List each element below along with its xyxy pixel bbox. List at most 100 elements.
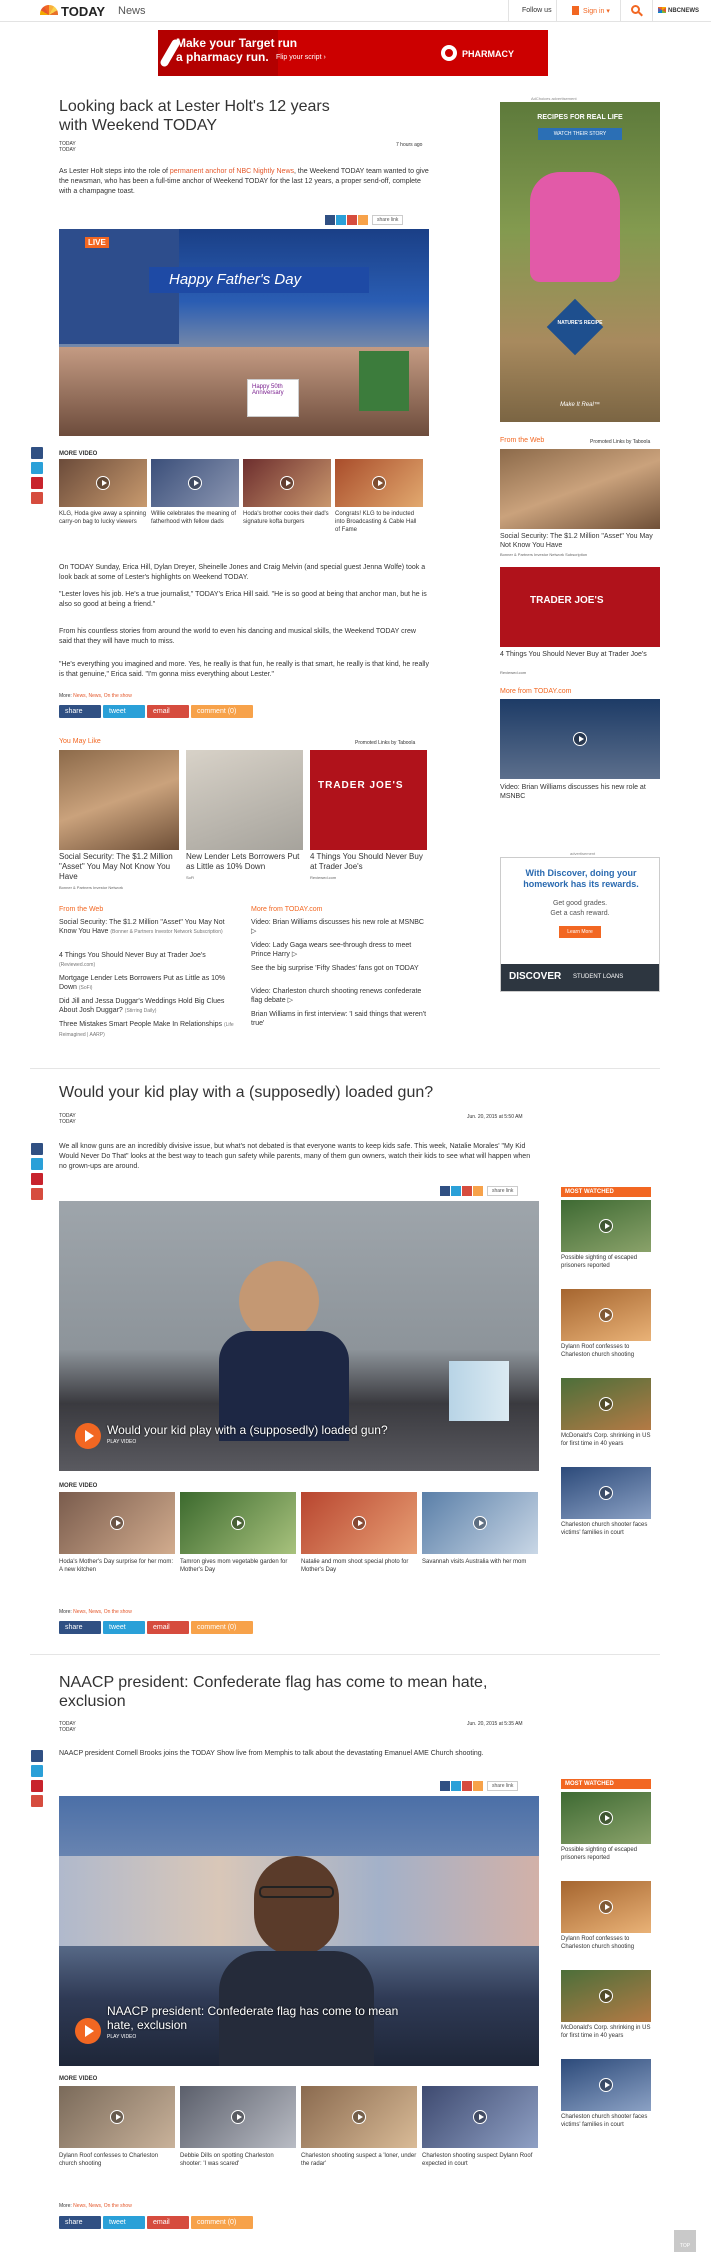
- share-button[interactable]: share: [59, 2216, 101, 2229]
- more-tag-links[interactable]: News, News, On the show: [73, 2203, 132, 2209]
- video-caption[interactable]: Tamron gives mom vegetable garden for Mo…: [180, 1558, 296, 1574]
- web-link-item[interactable]: Social Security: The $1.2 Million "Asset…: [59, 918, 234, 937]
- twitter-icon[interactable]: [451, 1781, 461, 1791]
- video-thumbnail[interactable]: [301, 2086, 417, 2148]
- email-button[interactable]: email: [147, 705, 189, 718]
- section-name[interactable]: News: [118, 5, 146, 17]
- video-title[interactable]: NAACP president: Confederate flag has co…: [107, 2004, 427, 2032]
- gun-video-player[interactable]: Would your kid play with a (supposedly) …: [59, 1201, 539, 1471]
- video-caption[interactable]: Natalie and mom shoot special photo for …: [301, 1558, 417, 1574]
- today-link-item[interactable]: Video: Brian Williams discusses his new …: [251, 918, 426, 936]
- video-thumbnail[interactable]: [151, 459, 239, 507]
- most-watched-caption[interactable]: Possible sighting of escaped prisoners r…: [561, 1846, 651, 1862]
- email-icon[interactable]: [462, 1781, 472, 1791]
- recommendation-title[interactable]: 4 Things You Should Never Buy at Trader …: [500, 650, 660, 659]
- twitter-icon[interactable]: [451, 1186, 461, 1196]
- video-caption[interactable]: Charleston shooting suspect Dylann Roof …: [422, 2152, 538, 2168]
- follow-us-link[interactable]: Follow us: [522, 7, 552, 14]
- taboola-label[interactable]: Promoted Links by Taboola: [590, 439, 650, 445]
- most-watched-thumb[interactable]: [561, 1467, 651, 1519]
- email-icon[interactable]: [347, 215, 357, 225]
- video-caption[interactable]: Charleston shooting suspect a 'loner, un…: [301, 2152, 417, 2168]
- most-watched-caption[interactable]: Possible sighting of escaped prisoners r…: [561, 1254, 651, 1270]
- most-watched-caption[interactable]: Dylann Roof confesses to Charleston chur…: [561, 1343, 651, 1359]
- most-watched-thumb[interactable]: [561, 1200, 651, 1252]
- most-watched-thumb[interactable]: [561, 1289, 651, 1341]
- most-watched-caption[interactable]: McDonald's Corp. shrinking in US for fir…: [561, 2024, 651, 2040]
- nbcnews-link[interactable]: NBCNEWS: [668, 8, 699, 14]
- share-link-button[interactable]: share link: [487, 1781, 519, 1791]
- pinterest-icon[interactable]: [31, 477, 43, 489]
- more-tag-links[interactable]: News, News, On the show: [73, 693, 132, 699]
- web-link-item[interactable]: Did Jill and Jessa Duggar's Weddings Hol…: [59, 997, 234, 1016]
- video-thumbnail[interactable]: [335, 459, 423, 507]
- facebook-icon[interactable]: [440, 1186, 450, 1196]
- video-thumbnail[interactable]: [422, 1492, 538, 1554]
- video-thumbnail[interactable]: [180, 1492, 296, 1554]
- video-caption[interactable]: Savannah visits Australia with her mom: [422, 1558, 538, 1566]
- today-link-item[interactable]: Brian Williams in first interview: 'I sa…: [251, 1010, 426, 1028]
- video-caption[interactable]: Hoda's Mother's Day surprise for her mom…: [59, 1558, 175, 1574]
- video-thumbnail[interactable]: [59, 2086, 175, 2148]
- comment-button[interactable]: comment (0): [191, 1621, 253, 1634]
- today-link-item[interactable]: Video: Lady Gaga wears see-through dress…: [251, 941, 426, 959]
- pinterest-icon[interactable]: [31, 1780, 43, 1792]
- comment-icon[interactable]: [473, 1781, 483, 1791]
- email-icon[interactable]: [31, 492, 43, 504]
- facebook-icon[interactable]: [31, 447, 43, 459]
- tweet-button[interactable]: tweet: [103, 1621, 145, 1634]
- web-link-item[interactable]: Mortgage Lender Lets Borrowers Put as Li…: [59, 974, 234, 993]
- old-man-image[interactable]: [59, 750, 179, 850]
- comment-button[interactable]: comment (0): [191, 705, 253, 718]
- back-to-top-button[interactable]: TOP: [674, 2230, 696, 2252]
- video-thumbnail[interactable]: [59, 459, 147, 507]
- video-thumbnail[interactable]: [243, 459, 331, 507]
- share-link-button[interactable]: share link: [487, 1186, 519, 1196]
- today-link-item[interactable]: Video: Charleston church shooting renews…: [251, 987, 426, 1005]
- most-watched-thumb[interactable]: [561, 1792, 651, 1844]
- twitter-icon[interactable]: [31, 462, 43, 474]
- video-caption[interactable]: Congrats! KLG to be inducted into Broadc…: [335, 510, 423, 534]
- naacp-video-player[interactable]: NAACP president: Confederate flag has co…: [59, 1796, 539, 2066]
- most-watched-thumb[interactable]: [561, 1970, 651, 2022]
- comment-button[interactable]: comment (0): [191, 2216, 253, 2229]
- article-title[interactable]: NAACP president: Confederate flag has co…: [59, 1673, 499, 1711]
- video-thumbnail[interactable]: [301, 1492, 417, 1554]
- play-button[interactable]: [75, 1423, 101, 1449]
- twitter-icon[interactable]: [31, 1158, 43, 1170]
- most-watched-caption[interactable]: Charleston church shooter faces victims'…: [561, 2113, 651, 2129]
- facebook-icon[interactable]: [31, 1750, 43, 1762]
- pinterest-icon[interactable]: [31, 1173, 43, 1185]
- video-thumbnail[interactable]: [422, 2086, 538, 2148]
- comment-icon[interactable]: [358, 215, 368, 225]
- sign-in-link[interactable]: Sign in ▾: [583, 7, 610, 15]
- adchoices-label[interactable]: AdChoices advertisement: [531, 96, 577, 101]
- recommendation-title[interactable]: Social Security: The $1.2 Million "Asset…: [500, 532, 665, 550]
- video-thumbnail[interactable]: [180, 2086, 296, 2148]
- comment-icon[interactable]: [473, 1186, 483, 1196]
- brand-logo[interactable]: TODAY: [61, 4, 105, 19]
- video-title[interactable]: Would your kid play with a (supposedly) …: [107, 1423, 487, 1437]
- web-link-item[interactable]: Three Mistakes Smart People Make In Rela…: [59, 1020, 234, 1040]
- article-title[interactable]: Would your kid play with a (supposedly) …: [59, 1083, 499, 1102]
- today-logo-icon[interactable]: [40, 5, 58, 15]
- hero-image[interactable]: LIVE Happy Father's Day Happy 50th Anniv…: [59, 229, 429, 436]
- recommendation-title[interactable]: Video: Brian Williams discusses his new …: [500, 783, 660, 801]
- facebook-icon[interactable]: [440, 1781, 450, 1791]
- share-button[interactable]: share: [59, 705, 101, 718]
- old-man-image[interactable]: [500, 449, 660, 529]
- facebook-icon[interactable]: [31, 1143, 43, 1155]
- nightly-news-link[interactable]: permanent anchor of NBC Nightly News: [170, 168, 294, 175]
- trader-joes-image[interactable]: TRADER JOE'S: [310, 750, 427, 850]
- target-ad-banner[interactable]: Make your Target run a pharmacy run. Fli…: [158, 30, 548, 76]
- tweet-button[interactable]: tweet: [103, 705, 145, 718]
- tweet-button[interactable]: tweet: [103, 2216, 145, 2229]
- today-link-item[interactable]: See the big surprise 'Fifty Shades' fans…: [251, 964, 426, 973]
- house-image[interactable]: [186, 750, 303, 850]
- video-caption[interactable]: KLG, Hoda give away a spinning carry-on …: [59, 510, 147, 526]
- more-tag-links[interactable]: News, News, On the show: [73, 1609, 132, 1615]
- most-watched-caption[interactable]: McDonald's Corp. shrinking in US for fir…: [561, 1432, 651, 1448]
- user-icon[interactable]: [572, 6, 579, 15]
- brian-williams-video-image[interactable]: [500, 699, 660, 779]
- watch-story-button[interactable]: WATCH THEIR STORY: [538, 128, 622, 140]
